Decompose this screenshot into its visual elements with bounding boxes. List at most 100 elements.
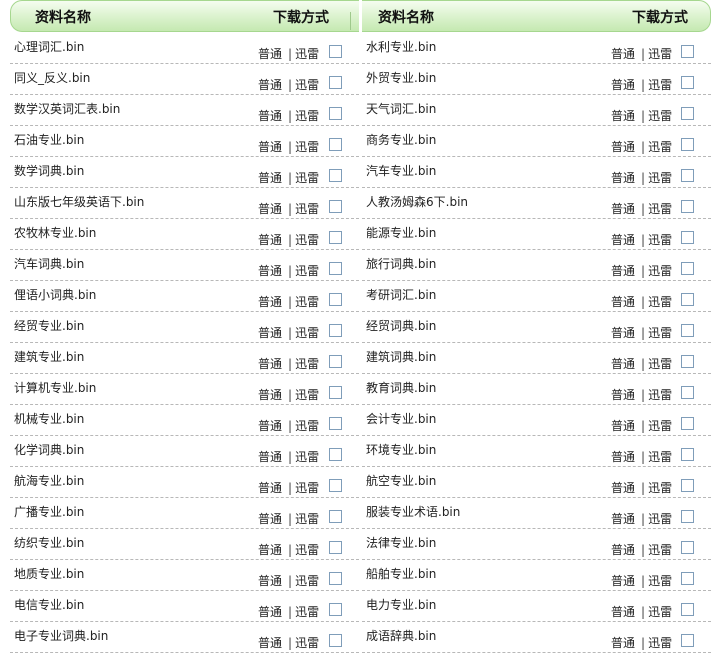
- select-checkbox[interactable]: [329, 355, 342, 368]
- thunder-download-link[interactable]: 迅雷: [295, 295, 319, 309]
- normal-download-link[interactable]: 普通: [611, 450, 635, 464]
- normal-download-link[interactable]: 普通: [258, 388, 282, 402]
- thunder-download-link[interactable]: 迅雷: [295, 388, 319, 402]
- thunder-download-link[interactable]: 迅雷: [295, 357, 319, 371]
- thunder-download-link[interactable]: 迅雷: [295, 481, 319, 495]
- normal-download-link[interactable]: 普通: [258, 47, 282, 61]
- normal-download-link[interactable]: 普通: [611, 481, 635, 495]
- thunder-download-link[interactable]: 迅雷: [648, 295, 672, 309]
- normal-download-link[interactable]: 普通: [611, 388, 635, 402]
- select-checkbox[interactable]: [681, 293, 694, 306]
- normal-download-link[interactable]: 普通: [258, 481, 282, 495]
- normal-download-link[interactable]: 普通: [611, 574, 635, 588]
- normal-download-link[interactable]: 普通: [611, 47, 635, 61]
- normal-download-link[interactable]: 普通: [611, 140, 635, 154]
- thunder-download-link[interactable]: 迅雷: [295, 202, 319, 216]
- normal-download-link[interactable]: 普通: [258, 357, 282, 371]
- normal-download-link[interactable]: 普通: [611, 636, 635, 650]
- select-checkbox[interactable]: [329, 76, 342, 89]
- select-checkbox[interactable]: [329, 200, 342, 213]
- select-checkbox[interactable]: [681, 45, 694, 58]
- thunder-download-link[interactable]: 迅雷: [648, 419, 672, 433]
- normal-download-link[interactable]: 普通: [258, 543, 282, 557]
- select-checkbox[interactable]: [329, 231, 342, 244]
- select-checkbox[interactable]: [681, 634, 694, 647]
- normal-download-link[interactable]: 普通: [258, 171, 282, 185]
- thunder-download-link[interactable]: 迅雷: [648, 171, 672, 185]
- thunder-download-link[interactable]: 迅雷: [295, 636, 319, 650]
- select-checkbox[interactable]: [681, 479, 694, 492]
- normal-download-link[interactable]: 普通: [258, 264, 282, 278]
- thunder-download-link[interactable]: 迅雷: [295, 109, 319, 123]
- thunder-download-link[interactable]: 迅雷: [648, 78, 672, 92]
- normal-download-link[interactable]: 普通: [611, 202, 635, 216]
- thunder-download-link[interactable]: 迅雷: [295, 605, 319, 619]
- thunder-download-link[interactable]: 迅雷: [648, 264, 672, 278]
- select-checkbox[interactable]: [329, 448, 342, 461]
- select-checkbox[interactable]: [329, 169, 342, 182]
- normal-download-link[interactable]: 普通: [258, 574, 282, 588]
- select-checkbox[interactable]: [681, 510, 694, 523]
- normal-download-link[interactable]: 普通: [611, 78, 635, 92]
- thunder-download-link[interactable]: 迅雷: [648, 512, 672, 526]
- thunder-download-link[interactable]: 迅雷: [648, 326, 672, 340]
- select-checkbox[interactable]: [681, 200, 694, 213]
- thunder-download-link[interactable]: 迅雷: [295, 543, 319, 557]
- normal-download-link[interactable]: 普通: [258, 419, 282, 433]
- thunder-download-link[interactable]: 迅雷: [295, 512, 319, 526]
- select-checkbox[interactable]: [681, 448, 694, 461]
- select-checkbox[interactable]: [329, 541, 342, 554]
- normal-download-link[interactable]: 普通: [611, 171, 635, 185]
- select-checkbox[interactable]: [329, 510, 342, 523]
- thunder-download-link[interactable]: 迅雷: [295, 419, 319, 433]
- select-checkbox[interactable]: [681, 324, 694, 337]
- normal-download-link[interactable]: 普通: [258, 295, 282, 309]
- thunder-download-link[interactable]: 迅雷: [648, 140, 672, 154]
- normal-download-link[interactable]: 普通: [611, 326, 635, 340]
- select-checkbox[interactable]: [681, 541, 694, 554]
- thunder-download-link[interactable]: 迅雷: [295, 574, 319, 588]
- thunder-download-link[interactable]: 迅雷: [648, 543, 672, 557]
- select-checkbox[interactable]: [681, 262, 694, 275]
- normal-download-link[interactable]: 普通: [258, 636, 282, 650]
- select-checkbox[interactable]: [681, 76, 694, 89]
- select-checkbox[interactable]: [329, 386, 342, 399]
- thunder-download-link[interactable]: 迅雷: [648, 636, 672, 650]
- select-checkbox[interactable]: [329, 572, 342, 585]
- normal-download-link[interactable]: 普通: [611, 109, 635, 123]
- select-checkbox[interactable]: [329, 138, 342, 151]
- thunder-download-link[interactable]: 迅雷: [295, 140, 319, 154]
- select-checkbox[interactable]: [329, 324, 342, 337]
- normal-download-link[interactable]: 普通: [258, 326, 282, 340]
- thunder-download-link[interactable]: 迅雷: [295, 78, 319, 92]
- normal-download-link[interactable]: 普通: [611, 357, 635, 371]
- select-checkbox[interactable]: [329, 479, 342, 492]
- normal-download-link[interactable]: 普通: [258, 605, 282, 619]
- thunder-download-link[interactable]: 迅雷: [648, 450, 672, 464]
- thunder-download-link[interactable]: 迅雷: [295, 47, 319, 61]
- thunder-download-link[interactable]: 迅雷: [648, 388, 672, 402]
- select-checkbox[interactable]: [329, 262, 342, 275]
- select-checkbox[interactable]: [681, 355, 694, 368]
- select-checkbox[interactable]: [681, 231, 694, 244]
- normal-download-link[interactable]: 普通: [611, 233, 635, 247]
- normal-download-link[interactable]: 普通: [611, 419, 635, 433]
- normal-download-link[interactable]: 普通: [258, 109, 282, 123]
- select-checkbox[interactable]: [681, 138, 694, 151]
- thunder-download-link[interactable]: 迅雷: [295, 171, 319, 185]
- select-checkbox[interactable]: [681, 417, 694, 430]
- normal-download-link[interactable]: 普通: [258, 202, 282, 216]
- select-checkbox[interactable]: [329, 417, 342, 430]
- thunder-download-link[interactable]: 迅雷: [648, 233, 672, 247]
- select-checkbox[interactable]: [681, 386, 694, 399]
- thunder-download-link[interactable]: 迅雷: [295, 450, 319, 464]
- normal-download-link[interactable]: 普通: [611, 543, 635, 557]
- select-checkbox[interactable]: [329, 293, 342, 306]
- thunder-download-link[interactable]: 迅雷: [648, 605, 672, 619]
- normal-download-link[interactable]: 普通: [611, 512, 635, 526]
- select-checkbox[interactable]: [681, 169, 694, 182]
- select-checkbox[interactable]: [681, 572, 694, 585]
- thunder-download-link[interactable]: 迅雷: [295, 326, 319, 340]
- normal-download-link[interactable]: 普通: [611, 605, 635, 619]
- select-checkbox[interactable]: [329, 107, 342, 120]
